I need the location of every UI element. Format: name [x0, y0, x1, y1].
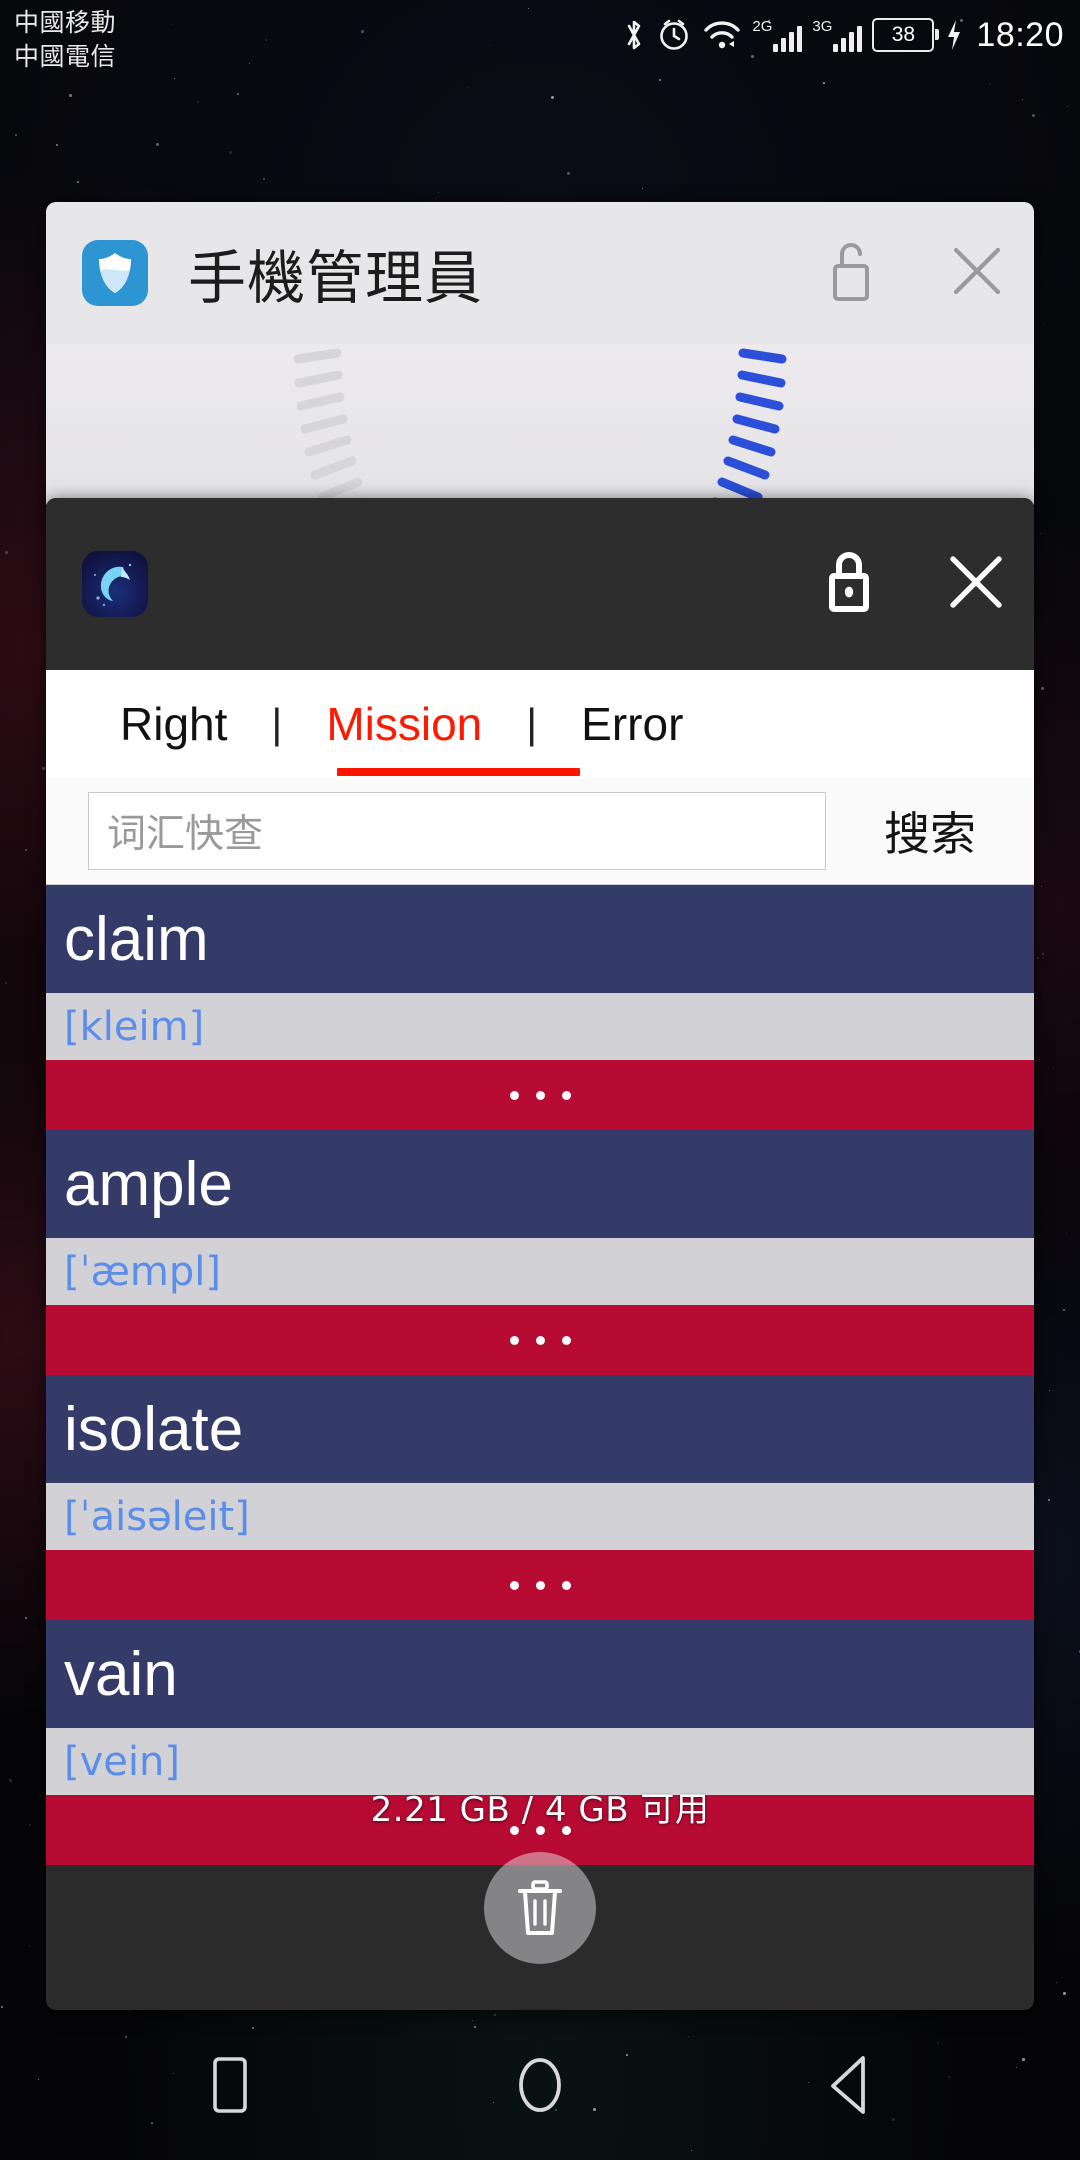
word-more-button[interactable]: [46, 1305, 1034, 1375]
word-phonetic: [ˈæmpl]: [46, 1238, 1034, 1305]
status-clock: 18:20: [976, 15, 1064, 54]
word-phonetic: [kleim]: [46, 993, 1034, 1060]
scan-gauge-icon: [293, 348, 787, 512]
search-bar: 词汇快查 搜索: [46, 778, 1034, 885]
signal-2g-bars: [773, 26, 803, 52]
memory-status-text: 2.21 GB / 4 GB 可用: [370, 1790, 710, 1830]
battery-icon: 38: [872, 18, 940, 52]
circle-icon: [519, 2058, 561, 2112]
word-phonetic: [ˈaisəleit]: [46, 1483, 1034, 1550]
word-more-button[interactable]: [46, 1550, 1034, 1620]
lock-icon[interactable]: [820, 544, 878, 625]
back-button[interactable]: [795, 2030, 905, 2140]
list-item[interactable]: claim [kleim]: [46, 885, 1034, 1130]
list-item[interactable]: isolate [ˈaisəleit]: [46, 1375, 1034, 1620]
tab-right[interactable]: Right: [116, 697, 231, 751]
card-title: 手機管理員: [188, 244, 484, 312]
recents-card-phone-manager[interactable]: 手機管理員: [46, 202, 1034, 512]
word-term[interactable]: vain: [46, 1620, 1034, 1728]
tab-separator-2: |: [526, 700, 538, 747]
tab-error[interactable]: Error: [577, 697, 687, 751]
signal-2g-icon: 2G: [752, 18, 803, 52]
status-icons: 2G 3G 38 18:20: [622, 12, 1064, 58]
charging-icon: [944, 18, 964, 52]
clear-all-button[interactable]: [484, 1852, 596, 1964]
home-button[interactable]: [485, 2030, 595, 2140]
recents-button[interactable]: [175, 2030, 285, 2140]
recents-card-stack: 手機管理員 Right | Mission | Error 词汇快查 搜索 cl…: [0, 0, 1080, 2160]
carrier-secondary: 中國電信: [14, 42, 117, 71]
tab-separator-1: |: [271, 700, 283, 747]
word-more-button[interactable]: [46, 1060, 1034, 1130]
battery-level: 38: [891, 23, 916, 46]
signal-2g-label: 2G: [752, 18, 773, 35]
status-bar: 中國移動 中國電信 2G 3G 38 18:20: [0, 0, 1080, 78]
navigation-bar: [0, 2010, 1080, 2160]
card-actions: [820, 498, 1008, 670]
ellipsis-icon: [509, 1335, 571, 1345]
word-term[interactable]: ample: [46, 1130, 1034, 1238]
card-header: [46, 498, 1034, 670]
word-term[interactable]: isolate: [46, 1375, 1034, 1483]
tab-bar: Right | Mission | Error: [46, 670, 1034, 778]
square-icon: [213, 2057, 247, 2113]
signal-3g-bars: [833, 26, 863, 52]
triangle-left-icon: [831, 2056, 865, 2114]
word-list: claim [kleim] ample [ˈæmpl] isolate [ˈai…: [46, 885, 1034, 1865]
phone-manager-preview: [46, 344, 1034, 512]
wifi-icon: [702, 18, 742, 52]
close-icon[interactable]: [946, 240, 1008, 307]
close-icon[interactable]: [944, 550, 1008, 619]
tab-mission[interactable]: Mission: [322, 697, 486, 751]
ellipsis-icon: [509, 1580, 571, 1590]
list-item[interactable]: ample [ˈæmpl]: [46, 1130, 1034, 1375]
unlock-icon[interactable]: [822, 236, 880, 311]
ellipsis-icon: [509, 1090, 571, 1100]
search-button[interactable]: 搜索: [826, 798, 1034, 864]
dolphin-icon: [82, 551, 148, 617]
card-actions: [822, 202, 1008, 344]
bluetooth-icon: [622, 17, 646, 53]
signal-3g-icon: 3G: [812, 18, 863, 52]
trash-icon: [518, 1880, 562, 1935]
alarm-icon: [656, 17, 692, 53]
word-term[interactable]: claim: [46, 885, 1034, 993]
active-tab-underline: [337, 768, 580, 776]
carrier-primary: 中國移動: [14, 8, 117, 37]
signal-3g-label: 3G: [812, 18, 833, 35]
search-input[interactable]: 词汇快查: [88, 792, 826, 870]
card-header: 手機管理員: [46, 202, 1034, 344]
shield-icon: [82, 240, 148, 306]
